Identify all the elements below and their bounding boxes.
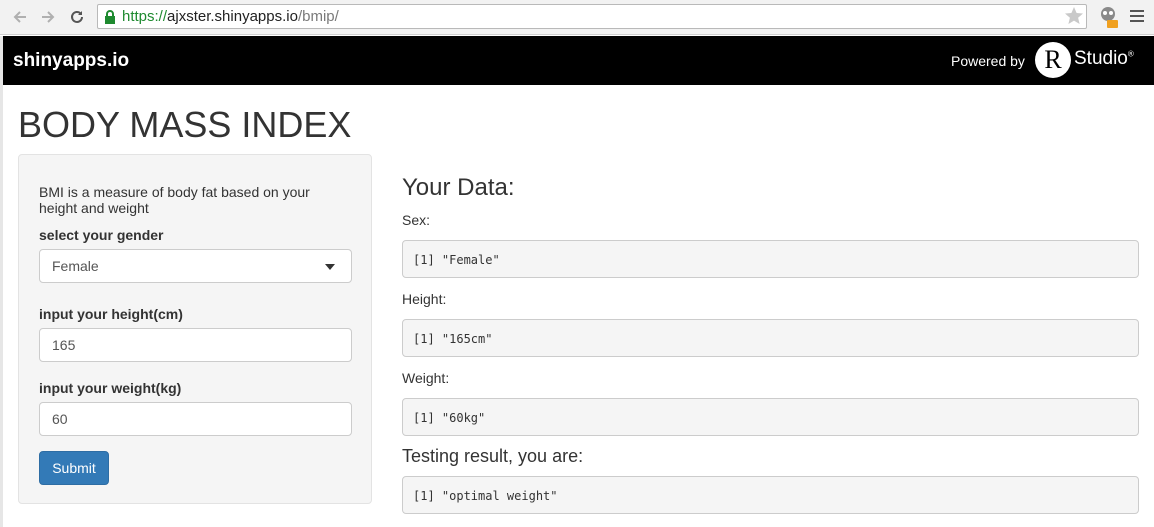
result-heading: Testing result, you are: (402, 446, 584, 466)
gender-select-value: Female (52, 258, 99, 274)
height-output: [1] "165cm" (402, 319, 1139, 357)
your-data-heading: Your Data: (402, 174, 515, 201)
url-text: https://ajxster.shinyapps.io/bmip/ (122, 8, 339, 25)
extension-icon[interactable] (1097, 5, 1119, 29)
weight-output: [1] "60kg" (402, 398, 1139, 436)
height-label: input your height(cm) (39, 306, 183, 322)
window-edge (0, 36, 3, 527)
back-button[interactable] (10, 7, 30, 27)
reload-button[interactable] (67, 7, 87, 27)
height-output-label: Height: (402, 291, 447, 307)
reload-icon (71, 10, 83, 23)
weight-output-label: Weight: (402, 370, 450, 386)
submit-button[interactable]: Submit (39, 451, 109, 485)
result-output: [1] "optimal weight" (402, 476, 1139, 514)
address-bar[interactable]: https://ajxster.shinyapps.io/bmip/ (97, 4, 1087, 29)
weight-input[interactable]: 60 (39, 402, 352, 436)
brand-link[interactable]: shinyapps.io (13, 50, 129, 72)
bookmark-star-icon[interactable] (1064, 6, 1084, 25)
sex-label: Sex: (402, 212, 431, 228)
browser-menu-icon[interactable] (1130, 10, 1144, 25)
weight-label: input your weight(kg) (39, 380, 182, 396)
forward-button[interactable] (38, 7, 58, 27)
height-input[interactable]: 165 (39, 328, 352, 362)
weight-input-value: 60 (52, 411, 68, 427)
gender-select[interactable]: Female (39, 249, 352, 283)
sex-output: [1] "Female" (402, 240, 1139, 278)
gender-label: select your gender (39, 227, 164, 243)
bmi-description: BMI is a measure of body fat based on yo… (39, 184, 310, 216)
page-title: BODY MASS INDEX (18, 104, 352, 145)
rstudio-logo-icon[interactable]: R (1035, 42, 1071, 78)
powered-by-text: Powered by (951, 53, 1025, 69)
arrow-left-icon (13, 11, 26, 23)
lock-icon (105, 10, 115, 24)
caret-down-icon (325, 264, 335, 270)
app-navbar: shinyapps.io Powered by R Studio® (3, 36, 1154, 85)
sidebar-panel: BMI is a measure of body fat based on yo… (18, 154, 372, 504)
arrow-right-icon (42, 11, 55, 23)
height-input-value: 165 (52, 337, 76, 353)
browser-toolbar: https://ajxster.shinyapps.io/bmip/ (0, 0, 1154, 35)
rstudio-wordmark[interactable]: Studio® (1074, 48, 1134, 70)
